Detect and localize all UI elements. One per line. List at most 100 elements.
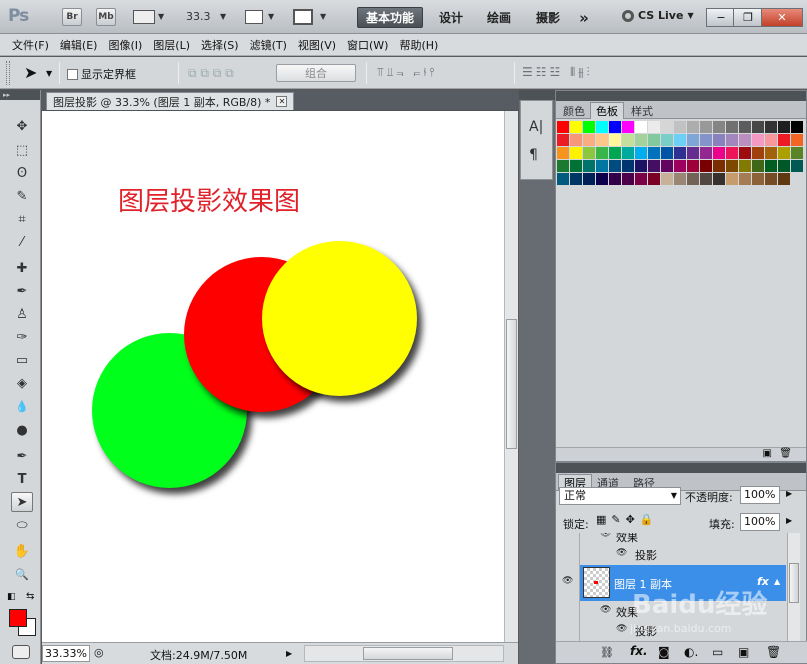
color-swatch[interactable]	[739, 134, 751, 146]
checkbox-box[interactable]	[67, 68, 78, 80]
color-swatch[interactable]	[583, 147, 595, 159]
expand-effects-icon[interactable]: ▲	[774, 577, 780, 586]
color-swatch[interactable]	[570, 160, 582, 172]
color-swatch[interactable]	[596, 160, 608, 172]
color-swatch[interactable]	[609, 160, 621, 172]
brush-icon[interactable]: ✒	[11, 281, 33, 301]
yellow-circle[interactable]	[262, 241, 417, 396]
screen-mode-icon[interactable]	[293, 9, 313, 25]
link-layers-icon[interactable]: ⛓	[600, 646, 614, 659]
color-swatch[interactable]	[752, 160, 764, 172]
swap-colors-icon[interactable]: ⇆	[26, 591, 34, 602]
color-swatch[interactable]	[726, 147, 738, 159]
eye-icon[interactable]: 👁	[616, 624, 627, 634]
color-swatch[interactable]	[674, 173, 686, 185]
color-swatch[interactable]	[726, 134, 738, 146]
color-swatch[interactable]	[661, 173, 673, 185]
tab-color[interactable]: 颜色	[558, 102, 590, 119]
menu-image[interactable]: 图像(I)	[108, 37, 149, 53]
drop-shadow-effect[interactable]: 投影	[635, 547, 657, 563]
chevron-down-icon[interactable]: ▼	[46, 69, 52, 78]
panel-header[interactable]	[556, 463, 806, 473]
color-swatch[interactable]	[596, 173, 608, 185]
canvas[interactable]: 图层投影效果图	[42, 111, 504, 642]
color-swatch[interactable]	[739, 121, 751, 133]
color-swatch[interactable]	[609, 147, 621, 159]
distribute-icons[interactable]: ☰☷☳ ⫴⫵⫶	[522, 65, 593, 80]
color-swatch[interactable]	[622, 160, 634, 172]
opacity-field[interactable]: 100%	[740, 486, 780, 504]
status-info-icon[interactable]: ◎	[94, 646, 104, 659]
color-swatch[interactable]	[622, 173, 634, 185]
menu-layer[interactable]: 图层(L)	[153, 37, 197, 53]
hand-icon[interactable]: ✋	[11, 541, 33, 561]
color-swatch[interactable]	[622, 147, 634, 159]
chevron-down-icon[interactable]: ▼	[158, 12, 164, 21]
group-button[interactable]: 组合	[276, 64, 356, 82]
color-swatch[interactable]	[570, 147, 582, 159]
color-swatch[interactable]	[557, 160, 569, 172]
new-group-icon[interactable]: ▭	[712, 645, 723, 659]
trash-icon[interactable]: 🗑	[779, 448, 792, 459]
color-swatch[interactable]	[648, 173, 660, 185]
layer-thumbnail[interactable]	[583, 567, 610, 598]
move-tool-preset-icon[interactable]: ➤	[24, 63, 37, 82]
foreground-color-swatch[interactable]	[9, 609, 27, 627]
panel-header[interactable]	[556, 91, 806, 101]
tab-swatches[interactable]: 色板	[590, 102, 624, 119]
color-swatch[interactable]	[791, 134, 803, 146]
mini-dock-header[interactable]	[519, 90, 555, 100]
close-button[interactable]: ✕	[761, 8, 803, 27]
fill-slider-icon[interactable]: ▶	[786, 516, 792, 525]
color-swatch[interactable]	[583, 160, 595, 172]
history-brush-icon[interactable]: ✑	[11, 327, 33, 347]
swatch-grid[interactable]	[557, 121, 807, 186]
color-swatch[interactable]	[622, 121, 634, 133]
color-swatch[interactable]	[635, 134, 647, 146]
scroll-thumb[interactable]	[789, 563, 799, 603]
color-swatch[interactable]	[765, 160, 777, 172]
color-swatch[interactable]	[739, 160, 751, 172]
scroll-thumb[interactable]	[363, 647, 453, 660]
color-swatch[interactable]	[778, 160, 790, 172]
color-swatch[interactable]	[635, 121, 647, 133]
color-swatch[interactable]	[661, 147, 673, 159]
color-swatch[interactable]	[622, 134, 634, 146]
color-swatch[interactable]	[687, 121, 699, 133]
color-swatch[interactable]	[570, 134, 582, 146]
chevron-down-icon[interactable]: ▼	[268, 12, 274, 21]
eye-icon[interactable]: 👁	[616, 548, 627, 558]
minimize-button[interactable]: −	[706, 8, 736, 27]
color-swatch[interactable]	[648, 160, 660, 172]
color-swatch[interactable]	[635, 160, 647, 172]
color-swatch[interactable]	[661, 121, 673, 133]
color-swatch[interactable]	[687, 160, 699, 172]
dodge-icon[interactable]: ●	[11, 420, 33, 440]
scroll-thumb[interactable]	[506, 319, 517, 449]
color-swatch[interactable]	[752, 134, 764, 146]
color-swatch[interactable]	[791, 121, 803, 133]
color-swatch[interactable]	[661, 134, 673, 146]
eye-icon[interactable]: 👁	[562, 576, 573, 586]
stamp-icon[interactable]: ♙	[11, 304, 33, 324]
workspace-photography[interactable]: 摄影	[528, 7, 568, 28]
eyedropper-icon[interactable]: ⁄	[11, 232, 33, 252]
color-swatch[interactable]	[609, 121, 621, 133]
paragraph-panel-icon[interactable]: ¶	[529, 147, 538, 163]
color-swatch[interactable]	[713, 160, 725, 172]
color-swatch[interactable]	[674, 160, 686, 172]
trash-icon[interactable]: 🗑	[766, 645, 781, 659]
marquee-icon[interactable]: ⬚	[11, 140, 33, 160]
new-swatch-icon[interactable]: ▣	[763, 448, 772, 459]
color-swatch[interactable]	[635, 147, 647, 159]
zoom-icon[interactable]: 🔍	[11, 564, 33, 584]
color-swatch[interactable]	[700, 173, 712, 185]
eye-icon[interactable]: 👁	[600, 533, 611, 539]
color-swatch[interactable]	[557, 147, 569, 159]
blur-icon[interactable]: 💧	[11, 396, 33, 416]
eraser-icon[interactable]: ▭	[11, 350, 33, 370]
chevron-down-icon[interactable]: ▼	[220, 12, 226, 21]
workspace-painting[interactable]: 绘画	[478, 7, 520, 28]
workspace-essentials[interactable]: 基本功能	[357, 7, 423, 28]
color-swatch[interactable]	[583, 121, 595, 133]
